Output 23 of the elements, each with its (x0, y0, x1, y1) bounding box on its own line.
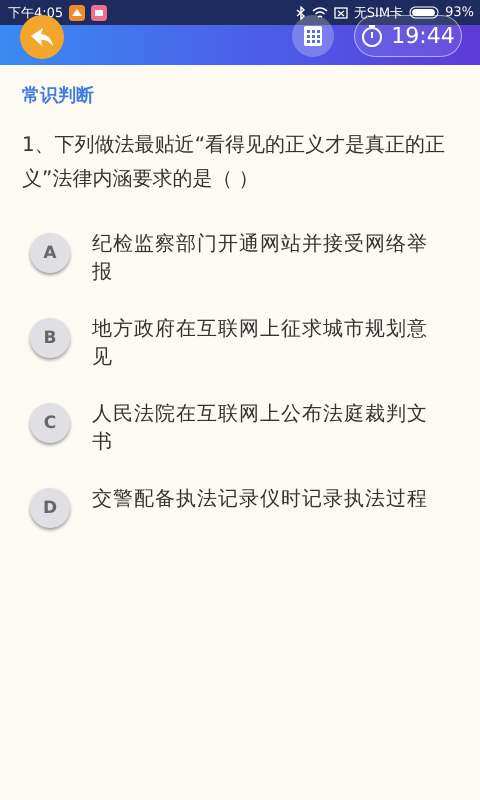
stopwatch-icon (361, 24, 384, 48)
app-icon (91, 4, 108, 20)
status-time: 下午4:05 (8, 4, 64, 22)
option-letter-button[interactable]: B (30, 318, 70, 358)
option-text[interactable]: 交警配备执法记录仪时记录执法过程 (92, 484, 440, 512)
sim-icon (334, 6, 348, 20)
battery-icon (409, 6, 440, 19)
section-title: 常识判断 (22, 84, 95, 107)
option-letter-button[interactable]: C (30, 403, 70, 443)
wifi-icon (312, 6, 328, 20)
option-letter-button[interactable]: D (30, 488, 70, 528)
question-text: 1、下列做法最贴近“看得见的正义才是真正的正义”法律内涵要求的是（ ） (22, 131, 446, 192)
back-arrow-icon (29, 26, 55, 48)
app-icon (69, 4, 86, 20)
grid-icon (303, 25, 323, 47)
option-letter-button[interactable]: A (30, 233, 70, 273)
timer-text: 19:44 (391, 24, 455, 48)
answer-sheet-button[interactable] (292, 15, 334, 57)
option-text[interactable]: 纪检监察部门开通网站并接受网络举报 (92, 229, 440, 285)
battery-percent: 93% (445, 5, 474, 20)
option-text[interactable]: 地方政府在互联网上征求城市规划意见 (92, 314, 440, 370)
option-text[interactable]: 人民法院在互联网上公布法庭裁判文书 (92, 399, 440, 455)
bluetooth-icon (296, 6, 306, 20)
